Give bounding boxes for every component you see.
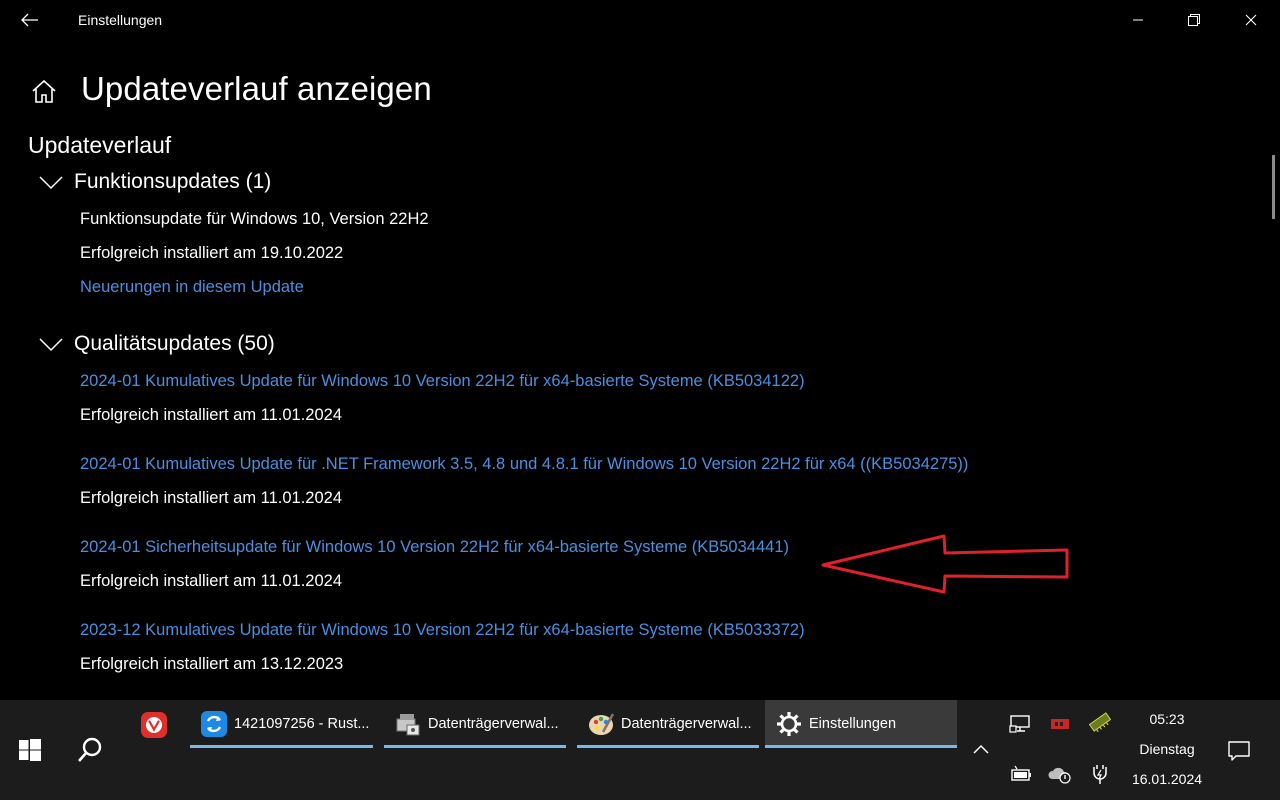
back-arrow-icon bbox=[21, 13, 38, 27]
update-link[interactable]: 2024-01 Kumulatives Update für Windows 1… bbox=[80, 372, 805, 391]
taskbar-app-indicator bbox=[190, 745, 373, 748]
network-tray-icon[interactable] bbox=[1008, 713, 1034, 735]
taskbar-app-label: Einstellungen bbox=[809, 716, 897, 732]
chevron-down-icon bbox=[39, 176, 63, 190]
clock-day[interactable]: Dienstag bbox=[1122, 741, 1212, 757]
taskbar-app-settings[interactable]: Einstellungen bbox=[765, 700, 957, 748]
restore-icon bbox=[1188, 14, 1200, 26]
paint-palette-icon bbox=[589, 713, 615, 735]
window-title: Einstellungen bbox=[78, 12, 163, 28]
scrollbar-thumb[interactable] bbox=[1272, 155, 1275, 219]
close-icon bbox=[1245, 14, 1257, 26]
vivaldi-taskbar-icon[interactable] bbox=[138, 710, 170, 740]
taskbar-app-label: 1421097256 - Rust... bbox=[234, 716, 370, 732]
feature-update-name: Funktionsupdate für Windows 10, Version … bbox=[80, 210, 429, 228]
chevron-up-icon bbox=[973, 744, 989, 754]
feature-updates-toggle[interactable]: Funktionsupdates (1) bbox=[38, 170, 271, 194]
taskbar-app-label: Datenträgerverwal... bbox=[621, 716, 752, 732]
minimize-button[interactable] bbox=[1109, 0, 1167, 40]
chevron-down-icon bbox=[39, 338, 63, 352]
sync-icon bbox=[201, 711, 227, 737]
vivaldi-icon bbox=[141, 712, 167, 738]
cloud-icon bbox=[1048, 767, 1071, 784]
update-status: Erfolgreich installiert am 11.01.2024 bbox=[80, 406, 343, 424]
gpu-tray-icon[interactable] bbox=[1047, 713, 1073, 735]
windows-logo-icon bbox=[19, 739, 41, 761]
taskbar-app-rustdesk[interactable]: 1421097256 - Rust... bbox=[190, 700, 373, 748]
taskbar-app-indicator bbox=[384, 745, 566, 748]
disk-management-icon bbox=[396, 714, 420, 736]
quality-updates-toggle[interactable]: Qualitätsupdates (50) bbox=[38, 332, 275, 356]
power-plug-icon bbox=[1093, 765, 1107, 784]
update-link[interactable]: 2024-01 Kumulatives Update für .NET Fram… bbox=[80, 455, 968, 474]
section-title: Updateverlauf bbox=[28, 132, 172, 158]
back-button[interactable] bbox=[14, 6, 46, 34]
feature-updates-heading: Funktionsupdates (1) bbox=[74, 170, 272, 193]
update-link[interactable]: 2023-12 Kumulatives Update für Windows 1… bbox=[80, 621, 805, 640]
memory-tray-icon[interactable] bbox=[1087, 711, 1113, 733]
network-icon bbox=[1009, 715, 1030, 733]
show-hidden-icons-button[interactable] bbox=[966, 734, 996, 764]
update-link[interactable]: 2024-01 Sicherheitsupdate für Windows 10… bbox=[80, 538, 789, 557]
gear-icon bbox=[777, 712, 801, 736]
taskbar-app-indicator bbox=[765, 745, 957, 748]
battery-icon bbox=[1011, 765, 1031, 781]
clock-date[interactable]: 16.01.2024 bbox=[1122, 771, 1212, 787]
taskbar-app-paint[interactable]: Datenträgerverwal... bbox=[577, 700, 759, 748]
graphics-card-icon bbox=[1051, 719, 1069, 729]
whats-new-link[interactable]: Neuerungen in diesem Update bbox=[80, 278, 304, 297]
annotation-arrow-icon bbox=[821, 534, 1069, 594]
cloud-tray-icon[interactable] bbox=[1047, 763, 1073, 785]
battery-tray-icon[interactable] bbox=[1008, 763, 1034, 785]
clock-time[interactable]: 05:23 bbox=[1122, 711, 1212, 727]
feature-update-status: Erfolgreich installiert am 19.10.2022 bbox=[80, 244, 344, 262]
home-icon[interactable] bbox=[30, 78, 58, 106]
taskbar-app-indicator bbox=[577, 745, 759, 748]
taskbar-app-label: Datenträgerverwal... bbox=[428, 716, 559, 732]
memory-chip-icon bbox=[1088, 712, 1112, 733]
search-button[interactable] bbox=[60, 700, 120, 800]
update-status: Erfolgreich installiert am 11.01.2024 bbox=[80, 489, 343, 507]
minimize-icon bbox=[1133, 19, 1143, 21]
maximize-button[interactable] bbox=[1165, 0, 1223, 40]
power-tray-icon[interactable] bbox=[1087, 763, 1113, 785]
page-title: Updateverlauf anzeigen bbox=[81, 70, 432, 107]
start-button[interactable] bbox=[0, 700, 60, 800]
search-icon bbox=[78, 737, 102, 762]
close-button[interactable] bbox=[1222, 0, 1280, 40]
update-status: Erfolgreich installiert am 11.01.2024 bbox=[80, 572, 343, 590]
notification-icon bbox=[1228, 741, 1250, 761]
update-status: Erfolgreich installiert am 13.12.2023 bbox=[80, 655, 344, 673]
quality-updates-heading: Qualitätsupdates (50) bbox=[74, 332, 275, 355]
action-center-button[interactable] bbox=[1222, 734, 1256, 768]
taskbar-app-disk-management[interactable]: Datenträgerverwal... bbox=[384, 700, 566, 748]
